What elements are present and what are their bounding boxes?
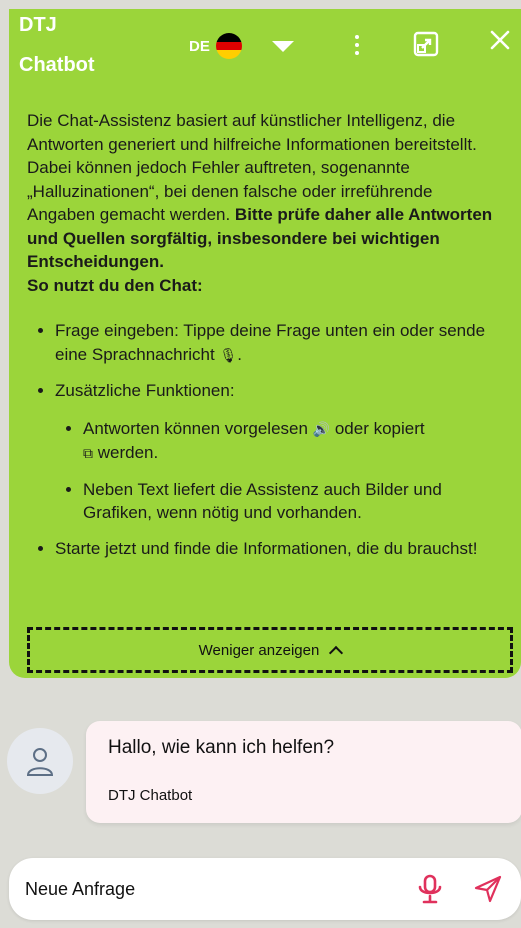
list-item: Zusätzliche Funktionen: Antworten können… — [55, 379, 497, 525]
bullet-text: Frage eingeben: Tippe deine Frage unten … — [55, 321, 486, 364]
chat-message-sender: DTJ Chatbot — [108, 787, 193, 804]
chevron-up-icon — [329, 645, 344, 661]
list-item: Neben Text liefert die Assistenz auch Bi… — [83, 478, 497, 525]
new-request-input[interactable] — [25, 872, 405, 906]
sub-text: werden. — [97, 443, 159, 462]
mic-icon: 🎙 — [219, 346, 238, 363]
brand-line-2: Chatbot — [19, 54, 95, 76]
list-item: Frage eingeben: Tippe deine Frage unten … — [55, 319, 497, 367]
list-item: Antworten können vorgelesen 🔊 oder kopie… — [83, 417, 497, 466]
list-item: Starte jetzt und finde die Informationen… — [55, 537, 497, 561]
sub-text: oder kopiert — [334, 418, 425, 438]
language-selector[interactable]: DE — [189, 33, 294, 59]
howto-heading: So nutzt du den Chat: — [27, 275, 203, 295]
bullet-text: Zusätzliche Funktionen: — [55, 381, 235, 400]
intro-paragraph: Die Chat-Assistenz basiert auf künstlich… — [27, 109, 497, 274]
user-icon — [26, 748, 54, 776]
expand-window-icon[interactable] — [413, 31, 439, 57]
more-menu-icon[interactable] — [355, 35, 361, 55]
language-code: DE — [189, 37, 210, 55]
info-panel: DTJ Chatbot DE Hinweis: Die Chat-Assiste… — [9, 9, 521, 678]
german-flag-icon — [215, 33, 242, 59]
sub-list: Antworten können vorgelesen 🔊 oder kopie… — [55, 417, 497, 525]
chat-message-text: Hallo, wie kann ich helfen? — [108, 737, 335, 758]
brand-line-1: DTJ — [19, 14, 57, 36]
copy-icon: ⧉ — [83, 445, 93, 461]
microphone-icon[interactable] — [417, 874, 443, 904]
chat-header: DTJ Chatbot DE — [9, 9, 521, 83]
close-icon[interactable] — [489, 29, 511, 51]
message-input-bar — [9, 858, 521, 920]
chevron-down-icon[interactable] — [271, 40, 294, 52]
bot-avatar — [7, 728, 73, 794]
show-less-button[interactable]: Weniger anzeigen — [27, 627, 513, 673]
speaker-icon: 🔊 — [312, 420, 331, 437]
howto-list: Frage eingeben: Tippe deine Frage unten … — [27, 319, 497, 560]
send-icon[interactable] — [473, 874, 503, 904]
show-less-label: Weniger anzeigen — [198, 641, 320, 659]
chat-message-bubble: Hallo, wie kann ich helfen? DTJ Chatbot — [86, 721, 521, 823]
info-content: Die Chat-Assistenz basiert auf künstlich… — [27, 109, 497, 572]
sub-text: Antworten können vorgelesen — [83, 418, 308, 438]
brand-title: DTJ Chatbot — [19, 9, 95, 85]
